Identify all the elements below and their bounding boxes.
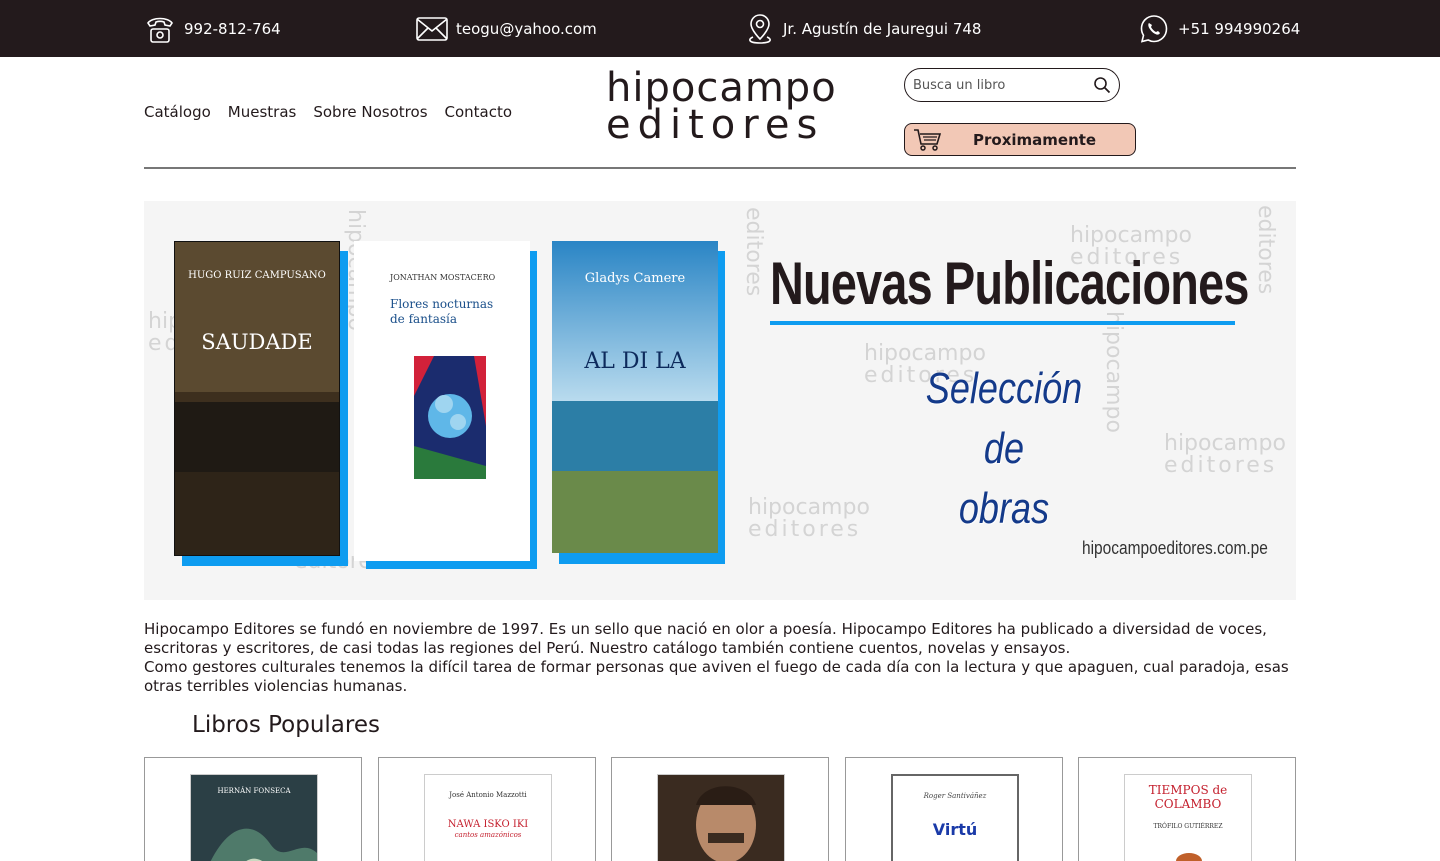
book-author: JONATHAN MOSTACERO	[390, 273, 496, 282]
book-subtitle: cantos amazónicos	[454, 831, 522, 839]
banner-subtitle: Selección de obras	[906, 359, 1103, 539]
cover-sky	[552, 241, 718, 401]
watermark-text: hipocampo	[748, 495, 870, 520]
popular-book-card[interactable]: José Antonio Mazzotti NAWA ISKO IKI cant…	[378, 757, 596, 861]
site-logo[interactable]: hipocampo editores	[606, 68, 838, 148]
search-icon[interactable]	[1093, 76, 1111, 94]
address-text: Jr. Agustín de Jauregui 748	[783, 20, 982, 38]
popular-book-card[interactable]	[611, 757, 829, 861]
phone-contact[interactable]: 992-812-764	[144, 12, 281, 46]
banner-book-1[interactable]: HUGO RUIZ CAMPUSANO SAUDADE	[174, 241, 340, 556]
book-title: SAUDADE	[201, 330, 313, 354]
banner-book-2[interactable]: JONATHAN MOSTACERO Flores nocturnas de f…	[354, 241, 530, 561]
phone-icon	[147, 17, 173, 43]
banner-book-3[interactable]: Gladys Camere AL DI LA	[552, 241, 718, 553]
book-title: AL DI LA	[584, 349, 686, 374]
book-cover: HERNÁN FONSECA	[190, 774, 318, 861]
cover-sky	[175, 242, 339, 392]
cover-portrait	[658, 775, 784, 861]
book-cover: TIEMPOS de COLAMBO TRÓFILO GUTIÉRREZ	[1124, 774, 1252, 861]
nav-sobre-nosotros[interactable]: Sobre Nosotros	[313, 103, 427, 121]
popular-book-card[interactable]: TIEMPOS de COLAMBO TRÓFILO GUTIÉRREZ	[1078, 757, 1296, 861]
cart-label: Proximamente	[973, 130, 1097, 149]
book-author: Roger Santiváñez	[923, 792, 987, 800]
popular-book-card[interactable]: HERNÁN FONSECA	[144, 757, 362, 861]
whatsapp-number: +51 994990264	[1178, 20, 1301, 38]
book-title: Flores nocturnas de fantasía	[390, 297, 494, 326]
banner-url: hipocampoeditores.com.pe	[1082, 538, 1268, 558]
flower-illustration	[414, 356, 486, 479]
headline-underline	[770, 321, 1235, 325]
whatsapp-contact[interactable]: +51 994990264	[1138, 12, 1300, 46]
book-author: José Antonio Mazzotti	[449, 791, 527, 799]
subtitle-line-2: obras	[958, 484, 1050, 533]
watermark-text: hipocampo	[1164, 431, 1286, 456]
cover-artwork	[414, 356, 486, 479]
hero-banner[interactable]: hipocampo editores hipocampo editores hi…	[144, 201, 1296, 600]
watermark-text: hipocampo	[1070, 223, 1192, 248]
nav-muestras[interactable]: Muestras	[228, 103, 297, 121]
location-pin-icon	[749, 14, 771, 44]
book-cover: Roger Santiváñez Virtú	[891, 774, 1019, 861]
email-contact[interactable]: teogu@yahoo.com	[416, 12, 597, 46]
book-title: NAWA ISKO IKI	[447, 819, 529, 830]
book-author: TRÓFILO GUTIÉRREZ	[1153, 823, 1223, 830]
whatsapp-icon	[1140, 15, 1168, 43]
watermark-text: editores	[1253, 205, 1278, 295]
about-section: Hipocampo Editores se fundó en noviembre…	[144, 620, 1296, 696]
nav-catalogo[interactable]: Catálogo	[144, 103, 211, 121]
banner-headline: Nuevas Publicaciones	[770, 250, 1249, 317]
about-paragraph-2: Como gestores culturales tenemos la difí…	[144, 658, 1289, 695]
watermark-text: hipocampo	[1101, 311, 1126, 433]
book-cover	[657, 774, 785, 861]
book-author: Gladys Camere	[584, 271, 686, 286]
about-paragraph-1: Hipocampo Editores se fundó en noviembre…	[144, 620, 1267, 657]
cover-artwork	[210, 828, 317, 861]
popular-books-title: Libros Populares	[192, 712, 380, 738]
shopping-cart-icon	[914, 128, 941, 151]
logo-line-2: editores	[606, 102, 825, 148]
book-title: TIEMPOS de COLAMBO	[1148, 783, 1228, 811]
book-title: Virtú	[932, 820, 978, 839]
cart-button[interactable]: Proximamente	[904, 123, 1136, 156]
book-cover: José Antonio Mazzotti NAWA ISKO IKI cant…	[424, 774, 552, 861]
mail-icon	[416, 17, 448, 41]
cover-shore	[552, 471, 718, 553]
search-box	[904, 68, 1120, 102]
subtitle-line-1: Selección de	[925, 364, 1083, 473]
header-divider	[144, 167, 1296, 169]
contact-bar: 992-812-764 teogu@yahoo.com Jr. Agustín …	[0, 0, 1440, 57]
main-nav: Catálogo Muestras Sobre Nosotros Contact…	[144, 103, 512, 121]
book-author: HUGO RUIZ CAMPUSANO	[188, 270, 326, 281]
cover-sea	[175, 402, 339, 472]
popular-book-card[interactable]: Roger Santiváñez Virtú	[845, 757, 1063, 861]
search-input[interactable]	[913, 77, 1083, 93]
cover-illustration	[1176, 853, 1202, 861]
address-contact[interactable]: Jr. Agustín de Jauregui 748	[745, 12, 981, 46]
watermark-text: editores	[748, 517, 862, 542]
phone-number: 992-812-764	[184, 20, 281, 38]
watermark-text: editores	[1164, 453, 1278, 478]
cover-sea	[552, 401, 718, 471]
cover-land	[175, 472, 339, 555]
email-address: teogu@yahoo.com	[456, 20, 597, 38]
nav-contacto[interactable]: Contacto	[445, 103, 513, 121]
watermark-text: editores	[741, 207, 766, 297]
book-author: HERNÁN FONSECA	[217, 787, 291, 795]
